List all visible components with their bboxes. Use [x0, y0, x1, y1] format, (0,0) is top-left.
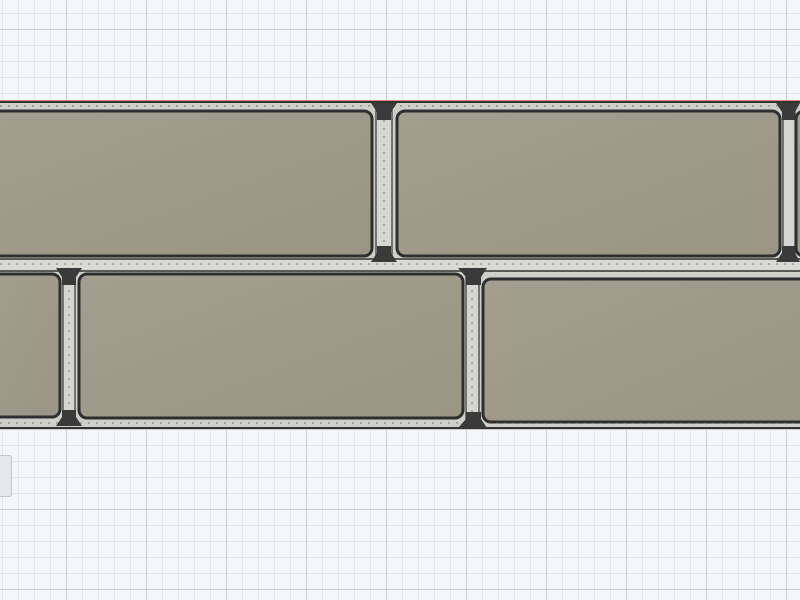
block-top-right[interactable] — [794, 110, 800, 257]
channel-top-2 — [782, 109, 796, 261]
channel-bottom-2 — [465, 271, 480, 425]
top-row — [0, 109, 800, 258]
canvas-viewport[interactable] — [0, 0, 800, 600]
block-bottom-middle[interactable] — [77, 272, 465, 420]
side-panel-collapse-tab[interactable] — [0, 455, 12, 497]
model-view[interactable] — [0, 0, 800, 600]
block-bottom-right[interactable] — [481, 277, 800, 424]
block-bottom-left[interactable] — [0, 272, 62, 419]
bottom-row — [0, 272, 800, 424]
mid-channel — [0, 258, 800, 272]
block-top-middle[interactable] — [395, 109, 782, 258]
block-top-left[interactable] — [0, 109, 374, 258]
